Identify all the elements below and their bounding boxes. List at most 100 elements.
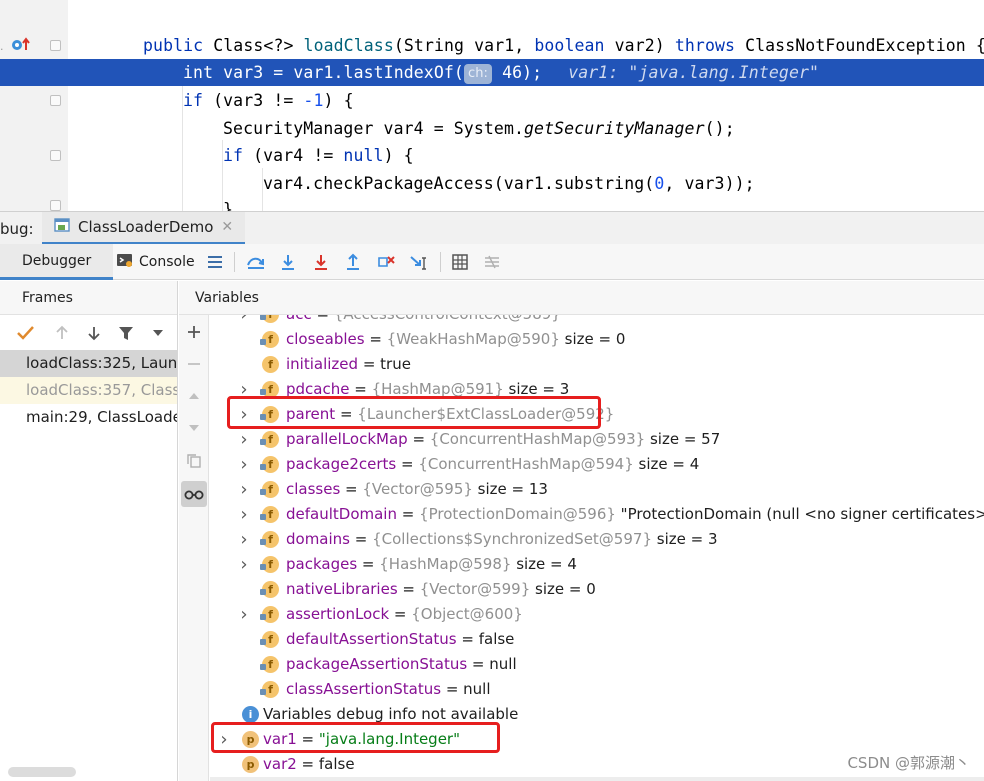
drop-frame-icon[interactable] (375, 251, 397, 273)
variable-reference: {HashMap@598} (379, 555, 512, 573)
chevron-right-icon[interactable]: › (238, 452, 250, 477)
move-down-icon[interactable] (181, 415, 207, 441)
tab-debugger[interactable]: Debugger (0, 244, 114, 280)
variable-value: size = 3 (651, 530, 718, 548)
chevron-right-icon[interactable]: › (238, 602, 250, 627)
move-up-icon[interactable] (181, 383, 207, 409)
evaluate-expression-icon[interactable] (449, 251, 471, 273)
code-line-close-brace[interactable]: } (0, 196, 984, 211)
variables-tree[interactable]: ›facc = {AccessControlContext@589}fclose… (210, 315, 984, 781)
force-step-into-icon[interactable] (310, 251, 332, 273)
variable-value: size = 4 (633, 455, 700, 473)
step-out-icon[interactable] (342, 251, 364, 273)
variable-row[interactable]: › f package2certs = {ConcurrentHashMap@594… (210, 452, 984, 477)
keyword: public (143, 36, 204, 55)
console-icon (116, 252, 133, 272)
variable-row[interactable]: › f assertionLock = {Object@600} (210, 602, 984, 627)
variable-row[interactable]: › f parallelLockMap = {ConcurrentHashMap@5… (210, 427, 984, 452)
field-icon: f (260, 531, 279, 548)
variable-row[interactable]: f packageAssertionStatus = null (210, 652, 984, 677)
show-watches-glasses-icon[interactable] (181, 481, 207, 507)
number-literal: 0 (654, 174, 665, 193)
variable-equals: = (396, 505, 420, 523)
debug-label: bug: (0, 220, 34, 238)
remove-watch-icon[interactable] (181, 351, 207, 377)
variable-equals: = (407, 430, 430, 448)
variable-reference: {Vector@599} (419, 580, 531, 598)
menu-icon[interactable] (204, 251, 226, 273)
frame-item[interactable]: main:29, ClassLoaderDemo (0, 404, 177, 431)
frames-horizontal-scrollbar[interactable] (8, 767, 76, 777)
code-text: var4.checkPackageAccess(var1.substring( (263, 174, 655, 193)
debug-session-tab[interactable]: ClassLoaderDemo ✕ (42, 212, 246, 245)
code-line-security-manager[interactable]: SecurityManager var4 = System.getSecurit… (0, 115, 984, 142)
variables-title: Variables (179, 281, 984, 315)
code-line-if[interactable]: if (var3 != -1) { (0, 87, 984, 114)
variables-sidebar (179, 315, 209, 781)
execution-line[interactable]: int var3 = var1.lastIndexOf(ch: 46); var1… (0, 59, 984, 86)
field-icon: f (260, 656, 279, 673)
variable-row[interactable]: › f domains = {Collections$SynchronizedSet… (210, 527, 984, 552)
frame-item[interactable]: loadClass:325, Launcher$AppClassLoader (0, 350, 177, 377)
code-editor[interactable]: ? . public Class<?> loadClass(String var… (0, 0, 984, 211)
frames-panel: Frames loadClass:325, Launcher$AppClassL… (0, 281, 178, 781)
frame-item[interactable]: loadClass:357, ClassLoader (0, 377, 177, 404)
variable-row[interactable]: f classAssertionStatus = null (210, 677, 984, 702)
add-watch-icon[interactable] (181, 319, 207, 345)
method-name: loadClass (303, 36, 394, 55)
variable-value: true (380, 355, 411, 373)
keyword: throws (674, 36, 736, 55)
code-line-check-package[interactable]: var4.checkPackageAccess(var1.substring(0… (0, 170, 984, 197)
variable-name: packageAssertionStatus (286, 655, 468, 673)
field-icon: f (260, 431, 279, 448)
variable-reference: {WeakHashMap@590} (386, 330, 560, 348)
variable-row[interactable]: ›facc = {AccessControlContext@589} (210, 315, 984, 327)
variable-name: assertionLock (286, 605, 390, 623)
variable-name: nativeLibraries (286, 580, 398, 598)
run-to-cursor-icon[interactable] (408, 251, 430, 273)
variable-row[interactable]: f defaultAssertionStatus = false (210, 627, 984, 652)
debug-toolbar: Debugger Console (0, 244, 984, 280)
variables-horizontal-scrollbar[interactable] (210, 777, 984, 781)
variable-reference: {AccessControlContext@589} (334, 315, 561, 323)
show-execution-point-icon[interactable] (245, 251, 267, 273)
variable-reference: {Object@600} (411, 605, 523, 623)
chevron-down-icon[interactable] (148, 323, 168, 343)
chevron-right-icon[interactable]: › (238, 427, 250, 452)
variable-row[interactable]: › f defaultDomain = {ProtectionDomain@596}… (210, 502, 984, 527)
chevron-right-icon[interactable]: › (238, 552, 250, 577)
parameter-name: var2 (263, 755, 297, 773)
trace-stream-icon[interactable] (481, 251, 503, 273)
variable-row[interactable]: › f packages = {HashMap@598} size = 4 (210, 552, 984, 577)
code-text: (var3 != (203, 91, 304, 110)
code-line-if-null[interactable]: if (var4 != null) { (0, 142, 984, 169)
arrow-down-icon[interactable] (84, 323, 104, 343)
filter-icon[interactable] (116, 323, 136, 343)
tab-console[interactable]: Console (110, 244, 201, 280)
chevron-right-icon[interactable]: › (238, 527, 250, 552)
chevron-right-icon[interactable]: › (238, 502, 250, 527)
variable-text: acc = {AccessControlContext@589} (286, 315, 561, 327)
variable-value: size = 57 (645, 430, 721, 448)
variable-name: defaultDomain (286, 505, 397, 523)
arrow-up-icon[interactable] (52, 323, 72, 343)
field-icon: f (260, 481, 279, 498)
inline-debug-value[interactable]: var1: "java.lang.Integer" (568, 63, 819, 82)
field-icon: f (260, 556, 279, 573)
step-into-icon[interactable] (277, 251, 299, 273)
variable-name: acc (286, 315, 312, 323)
variable-value: null (463, 680, 491, 698)
chevron-right-icon[interactable]: › (238, 477, 250, 502)
checkmark-icon[interactable] (16, 323, 36, 343)
copy-icon[interactable] (181, 448, 207, 474)
field-icon: f (260, 631, 279, 648)
variable-row[interactable]: f initialized = true (210, 352, 984, 377)
chevron-right-icon[interactable]: › (238, 315, 250, 327)
parameter-value: false (318, 755, 355, 773)
variable-row[interactable]: f closeables = {WeakHashMap@590} size = 0 (210, 327, 984, 352)
close-icon[interactable]: ✕ (221, 219, 233, 235)
variable-row[interactable]: › f classes = {Vector@595} size = 13 (210, 477, 984, 502)
variable-row[interactable]: f nativeLibraries = {Vector@599} size = 0 (210, 577, 984, 602)
code-line-signature[interactable]: public Class<?> loadClass(String var1, b… (0, 32, 984, 59)
variable-value: size = 0 (559, 330, 626, 348)
